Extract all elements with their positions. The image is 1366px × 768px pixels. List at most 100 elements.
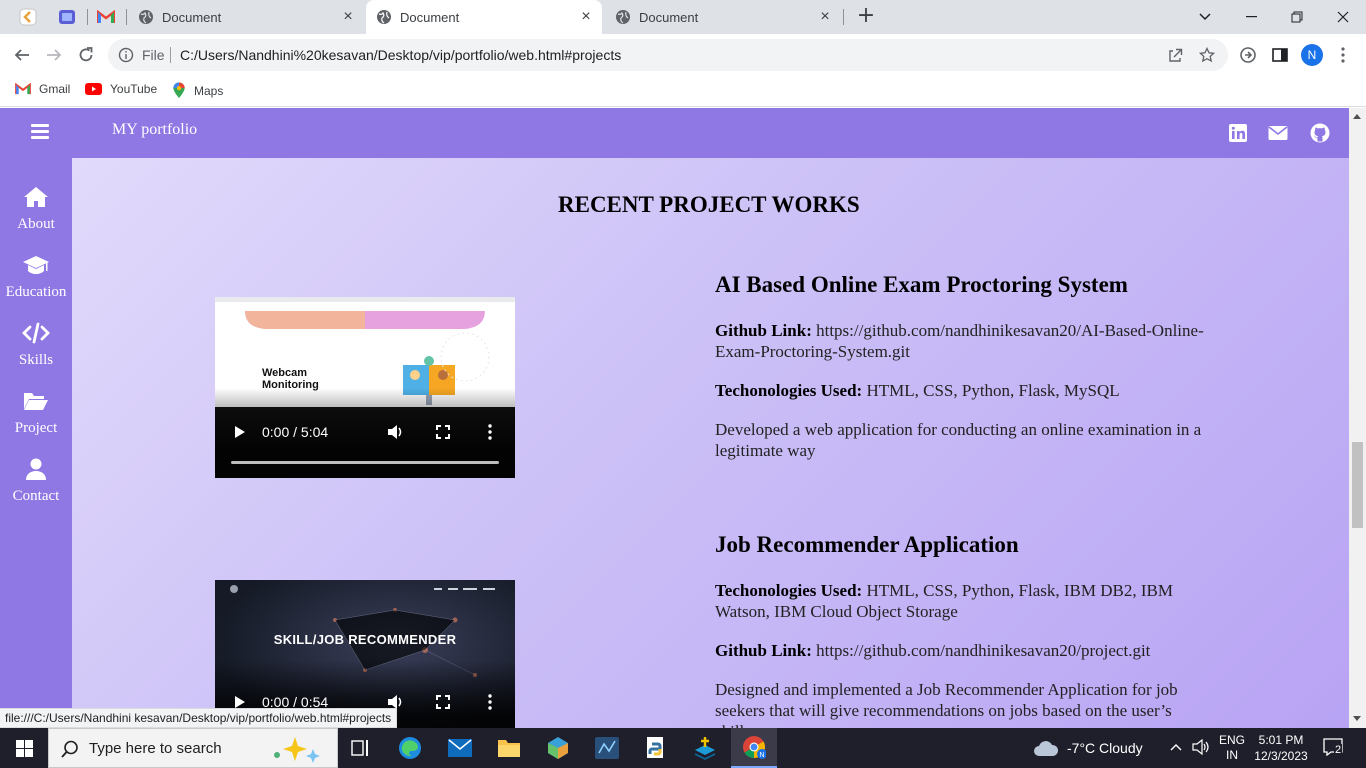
sidebar-item-about[interactable]: About: [0, 186, 72, 233]
close-icon: [1337, 11, 1349, 23]
notifications-button[interactable]: 2: [1323, 738, 1345, 758]
sidebar-item-skills[interactable]: Skills: [0, 322, 72, 369]
reload-button[interactable]: [74, 43, 98, 67]
link-status-bubble: file:///C:/Users/Nandhini kesavan/Deskto…: [0, 708, 398, 728]
tab-title: Document: [639, 9, 699, 25]
sidebar-item-label: About: [17, 216, 55, 232]
sidebar-item-label: Contact: [12, 488, 60, 504]
taskbar-python[interactable]: [633, 728, 679, 768]
github-link[interactable]: https://github.com/nandhinikesavan20/pro…: [816, 641, 1150, 660]
cube-icon: [548, 737, 568, 759]
project-video-job-recommender[interactable]: SKILL/JOB RECOMMENDER 0:00 / 0:54: [215, 580, 515, 728]
video-progress-bar[interactable]: [231, 461, 499, 464]
search-placeholder: Type here to search: [89, 740, 222, 757]
technologies-label: Techonologies Used:: [715, 381, 863, 400]
notification-count: 2: [1334, 744, 1343, 756]
clock[interactable]: 5:01 PM 12/3/2023: [1252, 732, 1310, 768]
search-icon: [61, 740, 78, 758]
close-tab-icon[interactable]: ×: [578, 9, 594, 25]
taskbar-task-view[interactable]: [338, 728, 384, 768]
play-icon[interactable]: [234, 425, 246, 439]
taskbar-search-input[interactable]: Type here to search: [48, 728, 338, 768]
taskbar-edge[interactable]: [387, 728, 433, 768]
tab-search-button[interactable]: [1182, 0, 1228, 34]
mail-icon[interactable]: [1268, 123, 1288, 143]
address-bar[interactable]: File C:/Users/Nandhini%20kesavan/Desktop…: [108, 39, 1228, 71]
close-window-button[interactable]: [1320, 0, 1366, 34]
forward-button[interactable]: [42, 43, 66, 67]
back-button[interactable]: [10, 43, 34, 67]
side-panel-icon[interactable]: [1271, 46, 1289, 64]
folder-open-icon: [24, 393, 48, 410]
page-scrollbar[interactable]: [1349, 108, 1366, 728]
windows-taskbar: Type here to search N -7°C Cloudy ENG IN: [0, 728, 1366, 768]
fullscreen-icon[interactable]: [436, 695, 450, 709]
taskbar-chrome[interactable]: N: [731, 728, 777, 768]
play-icon[interactable]: [234, 695, 246, 709]
more-vert-icon[interactable]: [1340, 46, 1346, 64]
bookmark-label: YouTube: [110, 82, 158, 96]
scrollbar-thumb[interactable]: [1352, 442, 1363, 528]
python-file-icon: [647, 737, 663, 758]
weather-widget[interactable]: -7°C Cloudy: [1033, 728, 1143, 768]
profile-avatar[interactable]: N: [1301, 44, 1323, 66]
close-tab-icon[interactable]: ×: [817, 9, 833, 25]
database-app-icon: [595, 737, 619, 759]
region-code: IN: [1226, 748, 1238, 762]
browser-toolbar: File C:/Users/Nandhini%20kesavan/Desktop…: [0, 34, 1366, 76]
scroll-up-icon[interactable]: [1353, 114, 1361, 119]
taskbar-mysql-workbench[interactable]: [584, 728, 630, 768]
taskbar-file-explorer[interactable]: [486, 728, 532, 768]
taskbar-app-cube[interactable]: [535, 728, 581, 768]
project-video-proctoring[interactable]: Webcam Monitoring 0:00 / 5:04: [215, 297, 515, 478]
video-controls: 0:00 / 5:04: [215, 388, 515, 478]
sidebar-item-label: Skills: [18, 352, 54, 368]
bookmark-gmail[interactable]: Gmail: [15, 82, 70, 96]
bookmark-label: Maps: [194, 83, 224, 98]
hamburger-menu-icon[interactable]: [31, 124, 49, 140]
windows-logo-icon: [15, 739, 33, 757]
more-vert-icon[interactable]: [488, 424, 492, 440]
more-vert-icon[interactable]: [488, 694, 492, 710]
github-label: Github Link:: [715, 641, 812, 660]
volume-tray[interactable]: [1192, 738, 1210, 757]
sidebar-item-education[interactable]: Education: [0, 254, 72, 301]
tab-document-3[interactable]: Document ×: [605, 0, 841, 34]
new-tab-button[interactable]: +: [855, 5, 877, 28]
url-text[interactable]: C:/Users/Nandhini%20kesavan/Desktop/vip/…: [180, 47, 621, 63]
technologies-label: Techonologies Used:: [715, 581, 863, 600]
start-button[interactable]: [0, 728, 48, 768]
pinned-tab-reader[interactable]: [56, 7, 78, 27]
minimize-button[interactable]: [1228, 0, 1274, 34]
page-viewport: MY portfolio About Education Skills Proj…: [0, 108, 1349, 728]
fullscreen-icon[interactable]: [436, 425, 450, 439]
linkedin-icon[interactable]: [1228, 123, 1248, 143]
project-description: Developed a web application for conducti…: [715, 420, 1202, 460]
github-icon[interactable]: [1310, 123, 1330, 143]
bookmarks-bar: Gmail YouTube Maps: [0, 76, 1366, 107]
restore-button[interactable]: [1274, 0, 1320, 34]
sidebar-item-project[interactable]: Project: [0, 390, 72, 437]
tab-strip: Document × Document × Document × +: [0, 0, 1366, 34]
taskbar-mail[interactable]: [437, 728, 483, 768]
close-tab-icon[interactable]: ×: [340, 9, 356, 25]
bookmark-youtube[interactable]: YouTube: [85, 82, 157, 96]
pinned-tab-app[interactable]: [17, 7, 39, 27]
sidebar-item-contact[interactable]: Contact: [0, 458, 72, 505]
tray-overflow[interactable]: [1170, 740, 1182, 756]
bookmark-maps[interactable]: Maps: [172, 82, 223, 99]
project-technologies: Techonologies Used: HTML, CSS, Python, F…: [715, 380, 1215, 401]
brand-title[interactable]: MY portfolio: [112, 121, 197, 139]
chevron-down-icon: [1199, 13, 1211, 21]
tab-document-1[interactable]: Document ×: [128, 0, 364, 34]
scroll-down-icon[interactable]: [1353, 716, 1361, 721]
extension-icon[interactable]: [1239, 46, 1257, 64]
taskbar-app-stack[interactable]: [682, 728, 728, 768]
language-indicator[interactable]: ENG IN: [1219, 733, 1245, 768]
volume-icon[interactable]: [387, 424, 403, 440]
bookmark-star-icon[interactable]: [1199, 47, 1215, 63]
tab-document-2[interactable]: Document ×: [366, 0, 602, 34]
reload-icon: [79, 47, 93, 62]
share-icon[interactable]: [1167, 47, 1183, 63]
pinned-tab-gmail[interactable]: [95, 7, 117, 27]
